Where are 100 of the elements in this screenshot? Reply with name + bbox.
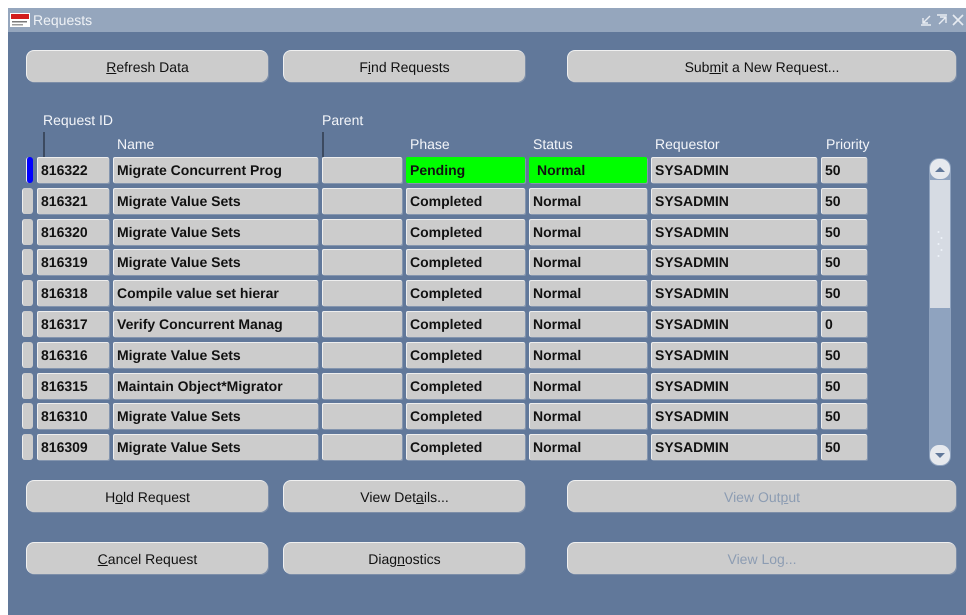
priority-cell[interactable]: 50 [821,249,867,276]
phase-cell[interactable]: Completed [406,372,525,399]
parent-cell[interactable] [322,249,402,276]
request-id-cell[interactable]: 816319 [37,249,109,276]
status-cell[interactable]: Normal [529,188,647,214]
phase-cell[interactable]: Completed [406,434,525,460]
status-cell[interactable]: Normal [529,434,647,460]
name-cell[interactable]: Migrate Value Sets [113,249,318,276]
minimize-icon[interactable] [920,14,932,26]
app-logo-icon [10,13,30,27]
request-id-cell[interactable]: 816320 [37,218,109,245]
requestor-cell[interactable]: SYSADMIN [651,310,817,337]
close-icon[interactable] [952,14,964,26]
parent-cell[interactable] [322,403,402,430]
action-button[interactable]: Refresh Data [26,50,268,82]
requestor-cell[interactable]: SYSADMIN [651,342,817,368]
request-id-cell[interactable]: 816316 [37,342,109,368]
column-header: Request ID [42,111,114,130]
priority-cell[interactable]: 50 [821,188,867,214]
requestor-cell[interactable]: SYSADMIN [651,249,817,276]
priority-cell[interactable]: 50 [821,342,867,368]
name-cell[interactable]: Migrate Value Sets [113,218,318,245]
requestor-cell[interactable]: SYSADMIN [651,372,817,399]
parent-cell[interactable] [322,188,402,214]
status-cell[interactable]: Normal [529,403,647,430]
requestor-cell[interactable]: SYSADMIN [651,188,817,214]
requestor-cell[interactable]: SYSADMIN [651,434,817,460]
priority-cell[interactable]: 50 [821,403,867,430]
record-indicator[interactable] [22,188,33,214]
phase-cell[interactable]: Completed [406,218,525,245]
phase-cell[interactable]: Completed [406,249,525,276]
action-button[interactable]: View Details... [283,480,525,512]
priority-cell[interactable]: 50 [821,372,867,399]
record-indicator[interactable] [22,372,33,399]
priority-cell[interactable]: 50 [821,157,867,183]
action-button[interactable]: Find Requests [283,50,525,82]
priority-cell[interactable]: 50 [821,218,867,245]
requestor-cell[interactable]: SYSADMIN [651,157,817,183]
status-cell[interactable]: Normal [529,372,647,399]
record-indicator[interactable] [22,280,33,306]
action-button[interactable]: Hold Request [26,480,268,512]
action-button[interactable]: Diagnostics [283,542,525,574]
status-cell[interactable]: Normal [529,249,647,276]
parent-cell[interactable] [322,157,402,183]
column-header: Status [532,135,574,154]
phase-cell[interactable]: Pending [406,157,525,183]
parent-cell[interactable] [322,218,402,245]
record-indicator[interactable] [22,310,33,337]
status-cell[interactable]: Normal [529,342,647,368]
record-indicator[interactable] [26,157,33,183]
requestor-cell[interactable]: SYSADMIN [651,403,817,430]
action-button[interactable]: Submit a New Request... [567,50,956,82]
name-cell[interactable]: Migrate Value Sets [113,434,318,460]
priority-cell[interactable]: 50 [821,280,867,306]
vertical-scrollbar[interactable] [929,158,951,466]
request-id-cell[interactable]: 816315 [37,372,109,399]
parent-cell[interactable] [322,434,402,460]
request-id-cell[interactable]: 816321 [37,188,109,214]
record-indicator[interactable] [22,434,33,460]
name-cell[interactable]: Compile value set hierar [113,280,318,306]
priority-cell[interactable]: 50 [821,434,867,460]
name-cell[interactable]: Migrate Value Sets [113,403,318,430]
grip-icon [937,229,943,259]
request-id-cell[interactable]: 816317 [37,310,109,337]
column-header: Phase [409,135,451,154]
name-cell[interactable]: Verify Concurrent Manag [113,310,318,337]
name-cell[interactable]: Migrate Value Sets [113,188,318,214]
name-cell[interactable]: Migrate Value Sets [113,342,318,368]
request-id-cell[interactable]: 816310 [37,403,109,430]
requestor-cell[interactable]: SYSADMIN [651,218,817,245]
record-indicator[interactable] [22,249,33,276]
phase-cell[interactable]: Completed [406,188,525,214]
status-cell[interactable]: Normal [529,218,647,245]
parent-cell[interactable] [322,280,402,306]
record-indicator[interactable] [22,218,33,245]
record-indicator[interactable] [22,342,33,368]
action-button[interactable]: Cancel Request [26,542,268,574]
scroll-thumb[interactable] [930,180,950,308]
record-indicator[interactable] [22,403,33,430]
phase-cell[interactable]: Completed [406,403,525,430]
parent-cell[interactable] [322,342,402,368]
status-cell[interactable]: Normal [529,310,647,337]
status-cell[interactable]: Normal [529,157,647,183]
window-title: Requests [33,12,92,28]
phase-cell[interactable]: Completed [406,280,525,306]
parent-cell[interactable] [322,310,402,337]
name-cell[interactable]: Migrate Concurrent Prog [113,157,318,183]
requestor-cell[interactable]: SYSADMIN [651,280,817,306]
scroll-down-icon[interactable] [930,445,950,465]
request-id-cell[interactable]: 816322 [37,157,109,183]
request-id-cell[interactable]: 816318 [37,280,109,306]
scroll-up-icon[interactable] [930,159,950,179]
maximize-icon[interactable] [936,14,948,26]
request-id-cell[interactable]: 816309 [37,434,109,460]
name-cell[interactable]: Maintain Object*Migrator [113,372,318,399]
phase-cell[interactable]: Completed [406,342,525,368]
parent-cell[interactable] [322,372,402,399]
phase-cell[interactable]: Completed [406,310,525,337]
priority-cell[interactable]: 0 [821,310,867,337]
status-cell[interactable]: Normal [529,280,647,306]
